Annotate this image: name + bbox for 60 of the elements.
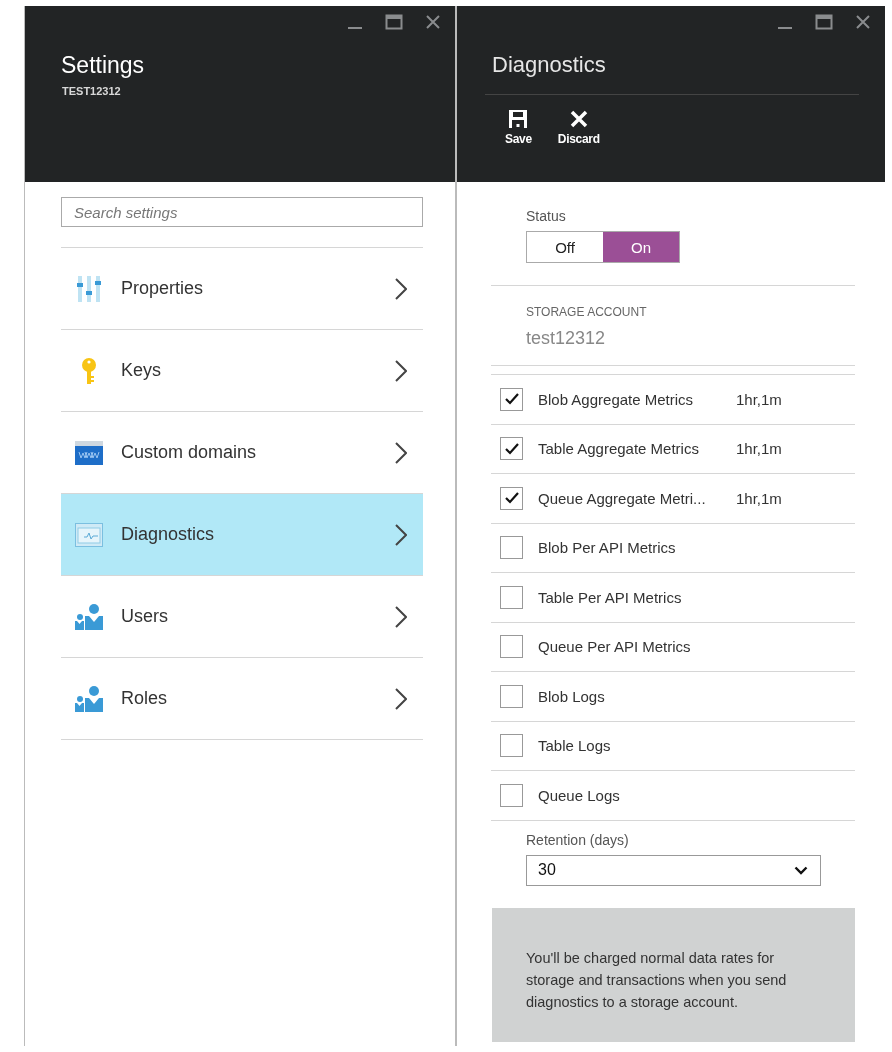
chevron-icon: [395, 359, 407, 382]
chevron-icon: [395, 605, 407, 628]
menu-item[interactable]: Diagnostics: [61, 494, 423, 576]
browser-window-icon: [75, 439, 103, 466]
checkmark-icon: [503, 392, 520, 407]
info-text: You'll be charged normal data rates for storage and transactions when you send diagnostics to a storage account.: [526, 948, 788, 1012]
blade-title: Diagnostics: [485, 40, 859, 95]
checkbox[interactable]: [500, 486, 523, 510]
checkbox-label: Table Aggregate Metrics: [538, 440, 700, 458]
checkbox-label: Blob Aggregate Metrics: [538, 390, 695, 408]
interval-text: 1hr,1m: [736, 489, 782, 507]
save-button[interactable]: Save: [505, 109, 532, 146]
chevron-icon: [395, 523, 407, 546]
menu-item[interactable]: Keys: [61, 330, 423, 412]
checkbox[interactable]: [500, 635, 523, 659]
chevron-down-icon: [794, 865, 808, 875]
save-icon: [508, 109, 529, 129]
users-icon: [75, 685, 103, 712]
search-field[interactable]: Search settings: [61, 197, 423, 227]
menu-item[interactable]: Properties: [61, 248, 423, 330]
status-label: Status: [526, 208, 567, 224]
maximize-icon[interactable]: [385, 14, 403, 30]
maximize-icon[interactable]: [815, 14, 833, 30]
users-icon: [75, 603, 103, 630]
interval-text: 1hr,1m: [736, 440, 782, 458]
checkbox[interactable]: [500, 684, 523, 708]
checkbox-label: Queue Per API Metrics: [538, 638, 692, 656]
menu-item[interactable]: Roles: [61, 658, 423, 740]
sliders-icon: [75, 274, 103, 303]
interval-text: 1hr,1m: [736, 390, 782, 408]
checkbox[interactable]: [500, 387, 523, 411]
discard-button[interactable]: Discard: [557, 109, 600, 146]
checkmark-icon: [503, 441, 520, 456]
checkbox-label: Table Logs: [538, 737, 612, 755]
close-icon[interactable]: [425, 14, 441, 30]
checkbox-label: Table Per API Metrics: [538, 588, 683, 606]
chevron-icon: [395, 687, 407, 710]
close-icon: [568, 109, 589, 129]
checkbox-label: Queue Logs: [538, 786, 621, 804]
monitor-chart-icon: [75, 522, 103, 547]
checkbox[interactable]: [500, 585, 523, 609]
blade-title: Settings: [60, 51, 146, 79]
checkbox-label: Blob Logs: [538, 687, 606, 705]
checkbox-label: Blob Per API Metrics: [538, 539, 677, 557]
checkbox[interactable]: [500, 437, 523, 461]
retention-dropdown[interactable]: 30: [526, 854, 821, 886]
checkbox[interactable]: [500, 783, 523, 807]
checkbox-label: Queue Aggregate Metri...: [538, 489, 707, 507]
storage-account-label: STORAGE ACCOUNT: [526, 305, 648, 319]
storage-account-value[interactable]: test12312: [526, 328, 855, 349]
close-icon[interactable]: [855, 14, 871, 30]
checkmark-icon: [503, 491, 520, 506]
blade-subtitle: TEST12312: [61, 84, 122, 97]
checkbox[interactable]: [500, 734, 523, 758]
checkbox[interactable]: [500, 536, 523, 560]
chevron-icon: [395, 277, 407, 300]
chevron-icon: [395, 441, 407, 464]
toggle-option[interactable]: On: [603, 232, 679, 262]
retention-label: Retention (days): [526, 831, 630, 848]
menu-item[interactable]: Users: [61, 576, 423, 658]
